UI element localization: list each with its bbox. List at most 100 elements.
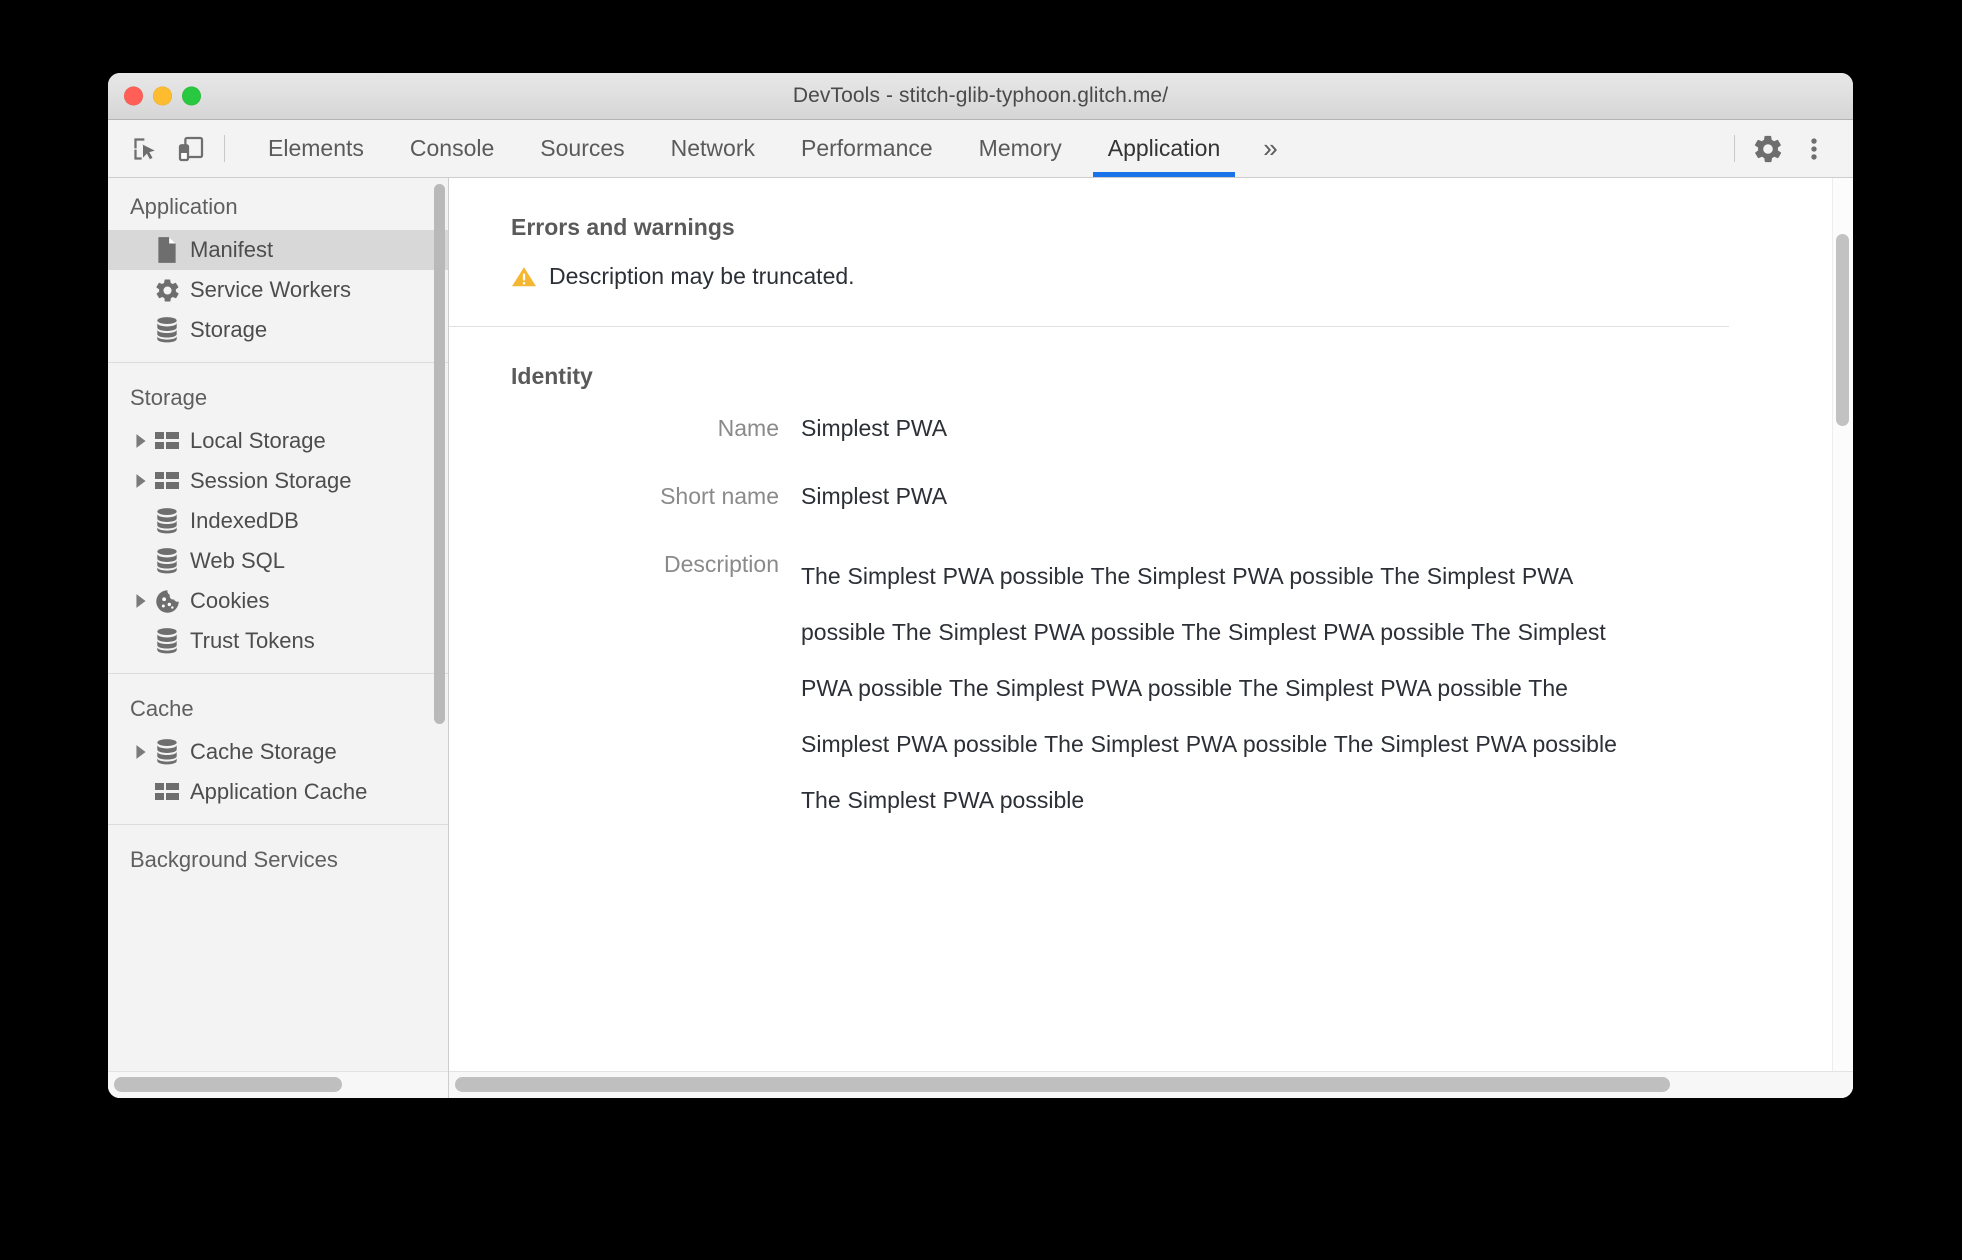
database-icon: [152, 316, 182, 344]
toolbar-divider-2: [1734, 135, 1735, 162]
sidebar-item-label: Application Cache: [190, 779, 368, 804]
sidebar-group-title: Storage: [130, 385, 208, 410]
document-icon: [152, 236, 182, 264]
kebab-menu-icon: [1800, 134, 1828, 164]
sidebar-item-label: Storage: [190, 317, 268, 342]
device-toolbar-button[interactable]: [168, 120, 214, 177]
close-window-button[interactable]: [124, 86, 143, 106]
sidebar-item-storage[interactable]: Storage: [108, 310, 448, 350]
chevron-double-right-icon: »: [1263, 133, 1278, 163]
tab-memory[interactable]: Memory: [956, 120, 1085, 177]
tab-performance[interactable]: Performance: [778, 120, 956, 177]
field-value-short-name: Simplest PWA: [801, 483, 948, 509]
sidebar-horizontal-scrollbar[interactable]: [108, 1071, 448, 1098]
inspect-element-button[interactable]: [122, 120, 168, 177]
sidebar-item-label: Web SQL: [190, 548, 285, 573]
sidebar-vertical-scrollbar[interactable]: [434, 184, 445, 724]
sidebar-item-label: Session Storage: [190, 468, 352, 493]
sidebar-item-session-storage[interactable]: Session Storage: [108, 461, 448, 501]
table-icon: [152, 781, 182, 803]
sidebar-item-cookies[interactable]: Cookies: [108, 581, 448, 621]
gear-icon: [1752, 133, 1784, 165]
manifest-horizontal-scrollbar[interactable]: [449, 1071, 1853, 1098]
manifest-vertical-scrollbar-thumb[interactable]: [1836, 234, 1849, 426]
tab-network[interactable]: Network: [648, 120, 778, 177]
sidebar-item-cache-storage[interactable]: Cache Storage: [108, 732, 448, 772]
cookie-icon: [152, 588, 182, 615]
sidebar-group-background-services: Background Services: [108, 824, 448, 895]
sidebar-group-storage: Storage Local Storage Session Storage In…: [108, 362, 448, 673]
sidebar-item-web-sql[interactable]: Web SQL: [108, 541, 448, 581]
manifest-vertical-scrollbar[interactable]: [1832, 178, 1853, 1071]
database-icon: [152, 738, 182, 766]
sidebar-group-title: Background Services: [130, 847, 338, 872]
more-options-button[interactable]: [1791, 120, 1837, 177]
manifest-horizontal-scrollbar-thumb[interactable]: [455, 1077, 1670, 1092]
inspect-element-icon: [130, 134, 160, 164]
chevron-right-icon[interactable]: [130, 593, 152, 609]
warning-triangle-icon: [511, 265, 537, 289]
device-toolbar-icon: [176, 134, 206, 164]
sidebar-item-manifest[interactable]: Manifest: [108, 230, 448, 270]
tab-label: Memory: [978, 135, 1062, 161]
field-row-short-name: Short name Simplest PWA: [511, 480, 1729, 512]
identity-section: Identity Name Simplest PWA Short name Si…: [449, 326, 1729, 894]
sidebar-item-label: Trust Tokens: [190, 628, 315, 653]
sidebar-item-label: IndexedDB: [190, 508, 299, 533]
field-label: Name: [717, 415, 779, 441]
devtools-body: Application Manifest Service Workers Sto…: [108, 178, 1853, 1098]
more-tabs-button[interactable]: »: [1243, 120, 1297, 177]
database-icon: [152, 507, 182, 535]
settings-button[interactable]: [1745, 120, 1791, 177]
tab-label: Application: [1107, 135, 1221, 161]
tab-console[interactable]: Console: [387, 120, 517, 177]
table-icon: [152, 470, 182, 492]
warning-message: Description may be truncated.: [549, 263, 855, 289]
gear-icon: [152, 277, 182, 304]
sidebar-item-label: Service Workers: [190, 277, 351, 302]
warning-row: Description may be truncated.: [511, 263, 1729, 290]
sidebar-item-trust-tokens[interactable]: Trust Tokens: [108, 621, 448, 661]
devtools-toolbar: Elements Console Sources Network Perform…: [108, 120, 1853, 178]
sidebar-item-service-workers[interactable]: Service Workers: [108, 270, 448, 310]
chevron-right-icon[interactable]: [130, 433, 152, 449]
chevron-right-icon[interactable]: [130, 473, 152, 489]
tab-application[interactable]: Application: [1085, 120, 1244, 177]
sidebar-item-label: Cache Storage: [190, 739, 337, 764]
sidebar-scroll-area: Application Manifest Service Workers Sto…: [108, 178, 448, 1071]
field-label: Description: [663, 551, 779, 577]
tab-elements[interactable]: Elements: [245, 120, 387, 177]
manifest-panel: Errors and warnings Description may be t…: [449, 178, 1853, 1098]
tab-sources[interactable]: Sources: [517, 120, 647, 177]
sidebar-item-local-storage[interactable]: Local Storage: [108, 421, 448, 461]
chevron-right-icon[interactable]: [130, 744, 152, 760]
errors-and-warnings-section: Errors and warnings Description may be t…: [449, 178, 1729, 326]
section-title: Identity: [511, 363, 593, 389]
sidebar-item-application-cache[interactable]: Application Cache: [108, 772, 448, 812]
zoom-window-button[interactable]: [182, 86, 201, 106]
application-sidebar: Application Manifest Service Workers Sto…: [108, 178, 449, 1098]
sidebar-item-indexeddb[interactable]: IndexedDB: [108, 501, 448, 541]
field-value-description: The Simplest PWA possible The Simplest P…: [801, 563, 1617, 813]
sidebar-item-label: Cookies: [190, 588, 270, 613]
field-value-name: Simplest PWA: [801, 415, 948, 441]
traffic-lights: [124, 86, 201, 106]
sidebar-item-label: Local Storage: [190, 428, 326, 453]
tab-label: Console: [409, 135, 495, 161]
panel-tabs: Elements Console Sources Network Perform…: [245, 120, 1298, 177]
tab-label: Elements: [268, 135, 364, 161]
tab-label: Sources: [540, 135, 625, 161]
section-title: Errors and warnings: [511, 214, 735, 240]
sidebar-horizontal-scrollbar-thumb[interactable]: [114, 1077, 342, 1092]
database-icon: [152, 547, 182, 575]
toolbar-divider-1: [224, 135, 225, 162]
sidebar-group-application: Application Manifest Service Workers Sto…: [108, 184, 448, 362]
field-label: Short name: [660, 483, 779, 509]
table-icon: [152, 430, 182, 452]
tab-label: Performance: [801, 135, 933, 161]
sidebar-group-title: Application: [130, 194, 238, 219]
field-row-description: Description The Simplest PWA possible Th…: [511, 548, 1729, 828]
toolbar-right-actions: [1724, 120, 1853, 177]
field-row-name: Name Simplest PWA: [511, 412, 1729, 444]
minimize-window-button[interactable]: [153, 86, 172, 106]
